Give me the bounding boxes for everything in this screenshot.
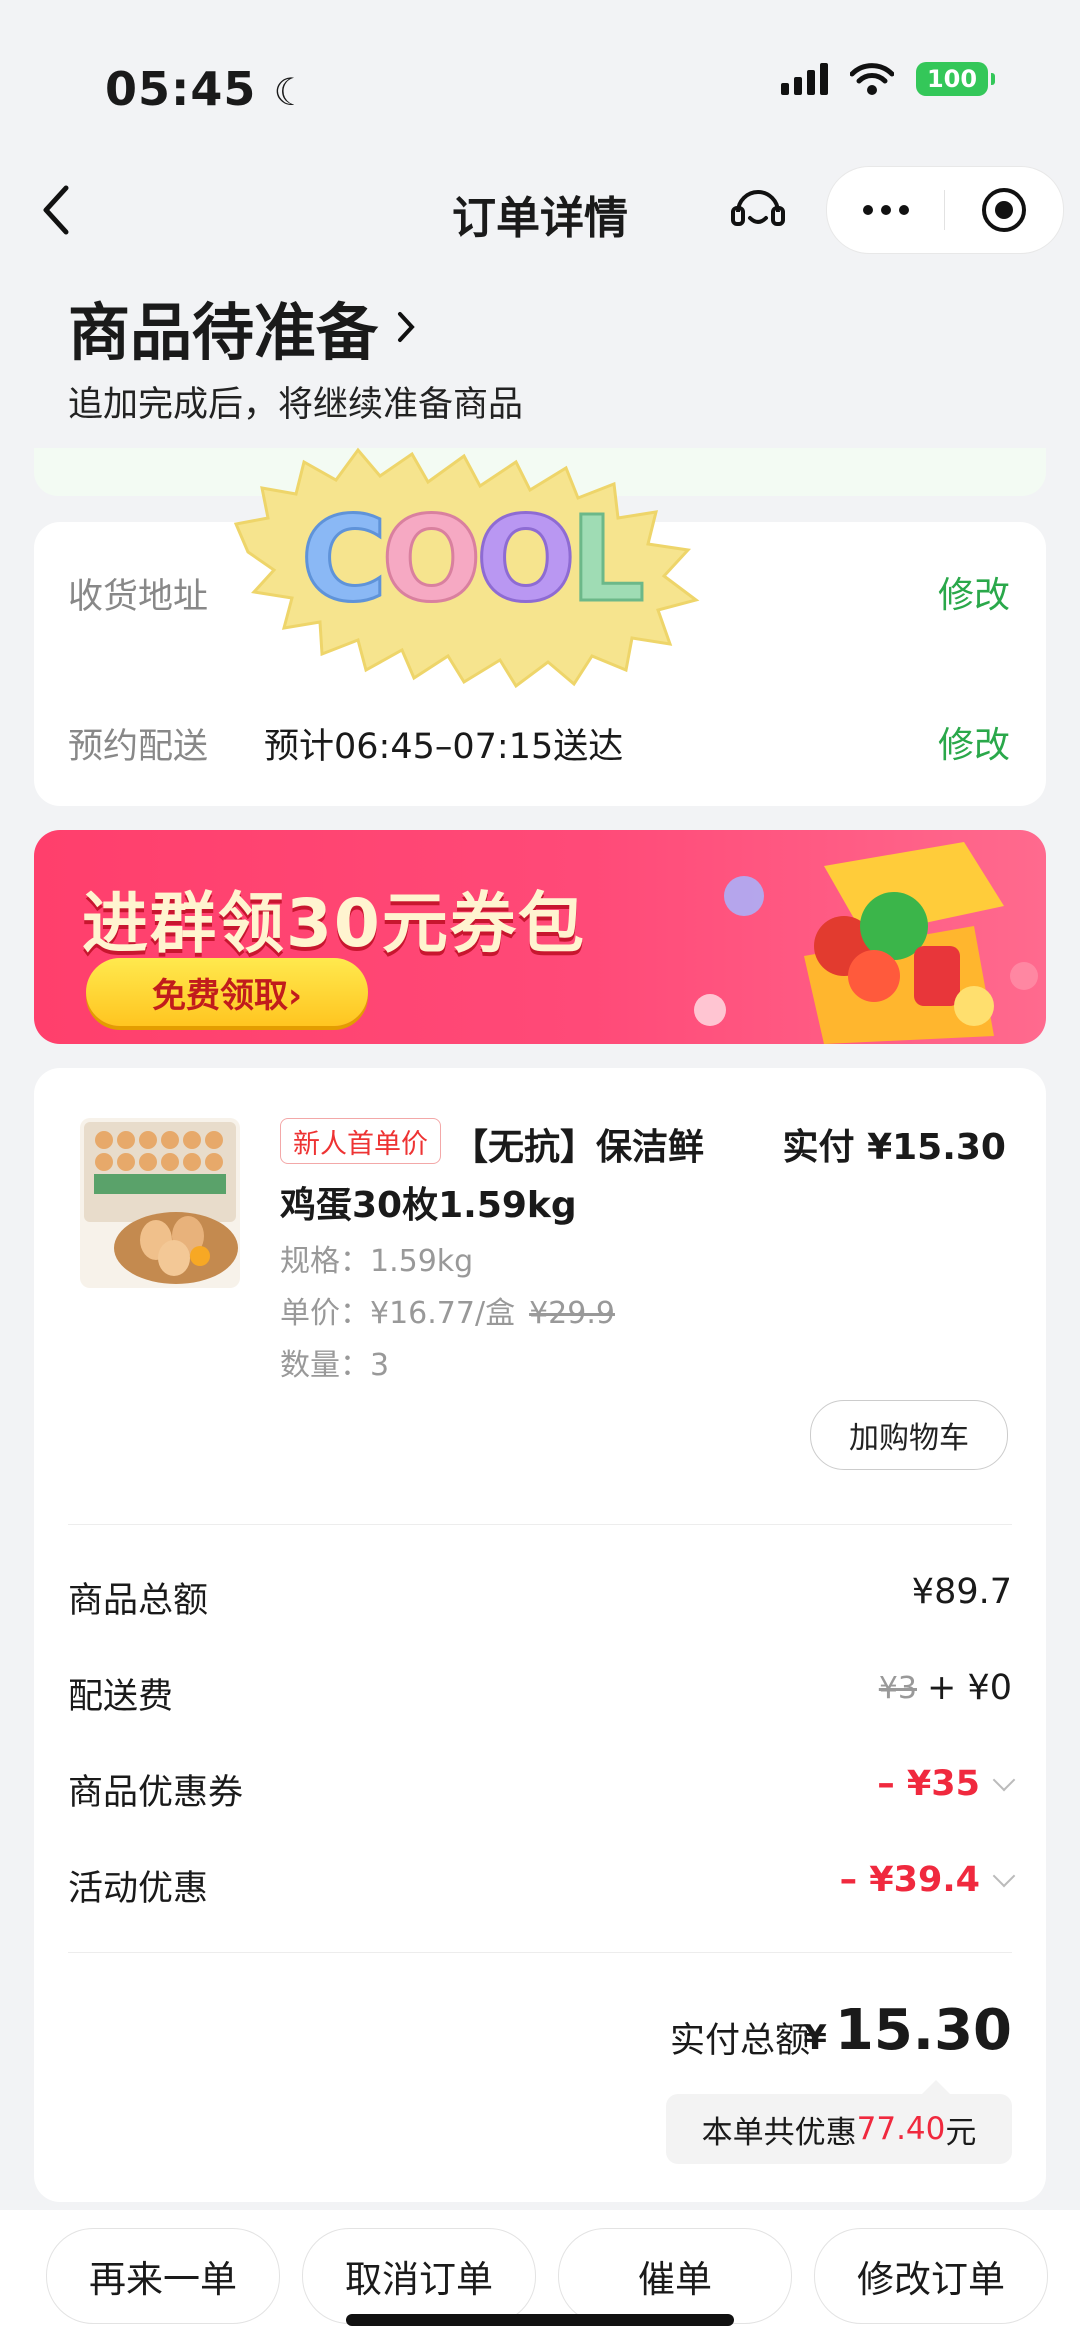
quantity-label: 数量：	[280, 1348, 370, 1383]
cellular-signal-icon	[781, 63, 828, 95]
item-paid-price: 实付 ¥15.30	[782, 1127, 1006, 1168]
new-user-price-tag: 新人首单价	[280, 1118, 441, 1164]
coupon-label: 商品优惠券	[68, 1773, 244, 1813]
home-indicator[interactable]	[346, 2314, 734, 2326]
status-time: 05:45 ☾	[105, 62, 309, 116]
quantity-row: 数量：3	[280, 1340, 389, 1384]
order-status-header[interactable]: 商品待准备	[68, 282, 416, 372]
unit-price-row: 单价：¥16.77/盒 ¥29.9	[280, 1288, 615, 1332]
cancel-order-button[interactable]: 取消订单	[302, 2228, 536, 2324]
sticker-letter: C	[301, 490, 382, 628]
original-price: ¥29.9	[529, 1296, 615, 1331]
delivery-fee-value: ¥3 + ¥0	[879, 1668, 1012, 1708]
goods-total-amount: ¥89.7	[911, 1572, 1012, 1612]
reorder-button[interactable]: 再来一单	[46, 2228, 280, 2324]
goods-total-label: 商品总额	[68, 1581, 209, 1621]
promo-label: 活动优惠	[68, 1869, 209, 1909]
coupon-row-toggle[interactable]: – ¥35	[877, 1764, 1016, 1804]
modify-order-button[interactable]: 修改订单	[814, 2228, 1048, 2324]
goods-total-value: ¥89.7	[912, 1572, 1012, 1612]
spec-value: 1.59kg	[370, 1244, 474, 1279]
banner-claim-button[interactable]: 免费领取›	[86, 958, 368, 1026]
sticker-letter: O	[476, 490, 571, 628]
banner-title: 进群领30元券包	[82, 885, 586, 962]
svg-text:COOL: COOL	[301, 490, 642, 628]
chevron-right-icon	[398, 312, 415, 342]
target-icon	[981, 188, 1026, 232]
delivery-fee-original: ¥3	[878, 1670, 917, 1706]
savings-prefix: 本单共优惠	[701, 2114, 857, 2151]
wifi-icon	[850, 63, 894, 95]
schedule-label: 预约配送	[68, 727, 209, 767]
more-button[interactable]	[827, 205, 944, 215]
battery-icon: 100	[916, 62, 995, 96]
savings-suffix: 元	[945, 2114, 977, 2151]
moon-icon: ☾	[273, 70, 309, 114]
unit-price-label: 单价：	[280, 1296, 370, 1331]
quantity-value: 3	[370, 1348, 390, 1383]
urge-order-button[interactable]: 催单	[558, 2228, 792, 2324]
add-to-cart-button[interactable]: 加购物车	[810, 1400, 1008, 1470]
coupon-amount: – ¥35	[877, 1764, 980, 1804]
address-label: 收货地址	[68, 577, 209, 617]
product-image[interactable]	[80, 1118, 240, 1288]
chevron-down-icon	[992, 1864, 1016, 1888]
order-status-subtitle: 追加完成后，将继续准备商品	[68, 385, 524, 425]
headset-icon	[731, 190, 785, 226]
paid-total-label: 实付总额	[669, 2021, 810, 2061]
delivery-fee-amount: + ¥0	[927, 1668, 1012, 1708]
more-dot	[898, 205, 909, 215]
edit-address-button[interactable]: 修改	[938, 566, 1010, 618]
spec-label: 规格：	[280, 1244, 370, 1279]
mini-program-capsule	[826, 166, 1064, 254]
product-name[interactable]: 【无抗】保洁鲜	[452, 1118, 704, 1170]
schedule-value: 预计06:45–07:15送达	[264, 727, 624, 767]
promo-banner[interactable]: 进群领30元券包 免费领取›	[34, 830, 1046, 1044]
sticker-letter: O	[381, 490, 476, 628]
paid-total-amount: 15.30	[834, 1998, 1012, 2063]
savings-amount: 77.40	[856, 2111, 946, 2147]
chevron-down-icon	[992, 1768, 1016, 1792]
cool-sticker: COOL	[218, 432, 738, 694]
savings-badge: 本单共优惠 77.40 元	[666, 2080, 1012, 2164]
sticker-letter: L	[570, 490, 642, 628]
spec-row: 规格：1.59kg	[280, 1236, 473, 1280]
customer-service-button[interactable]	[728, 180, 788, 240]
paid-total: ¥ 15.30	[803, 1998, 1012, 2063]
divider	[68, 1524, 1012, 1525]
promo-row-toggle[interactable]: – ¥39.4	[839, 1860, 1016, 1900]
currency-symbol: ¥	[803, 2018, 827, 2058]
more-dot	[862, 205, 873, 215]
status-icons: 100	[781, 62, 995, 96]
grocery-illustration	[694, 842, 1038, 1044]
promo-amount: – ¥39.4	[839, 1860, 980, 1900]
more-dot	[880, 205, 891, 215]
unit-price: ¥16.77/盒	[370, 1296, 516, 1331]
product-name-line2[interactable]: 鸡蛋30枚1.59kg	[280, 1176, 577, 1228]
divider	[68, 1952, 1012, 1953]
order-status-title: 商品待准备	[68, 296, 379, 369]
delivery-fee-label: 配送费	[68, 1677, 174, 1717]
edit-schedule-button[interactable]: 修改	[938, 716, 1010, 768]
close-miniprogram-button[interactable]	[945, 186, 1062, 234]
